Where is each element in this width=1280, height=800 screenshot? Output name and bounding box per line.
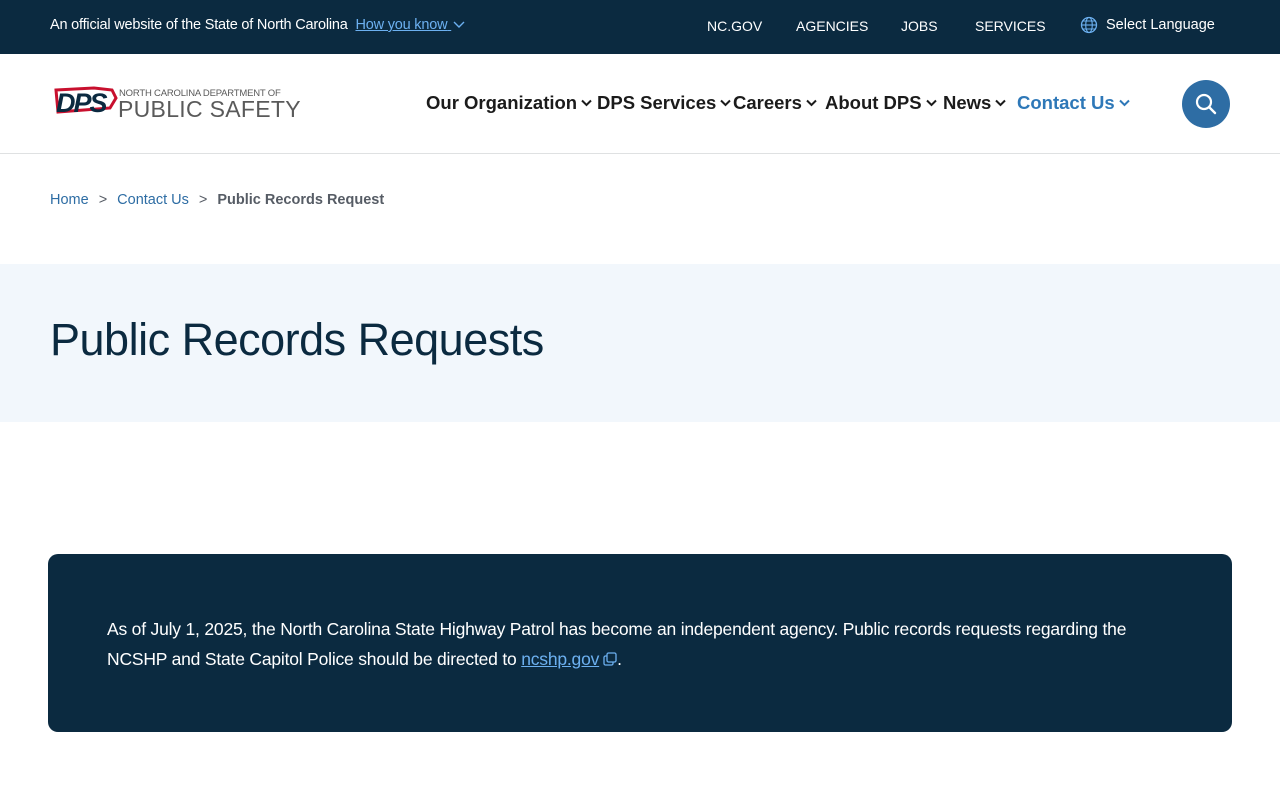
search-icon [1195,93,1217,115]
nav-careers[interactable]: Careers [733,92,817,114]
logo-abbreviation: DPS [56,88,108,118]
ncshp-notice-box: As of July 1, 2025, the North Carolina S… [48,554,1232,732]
nav-news[interactable]: News [943,92,1007,114]
breadcrumb-current-page: Public Records Request [217,192,385,208]
breadcrumb-separator: > [198,192,208,208]
nav-label: DPS Services [597,92,717,113]
chevron-down-icon [453,21,465,29]
official-banner: An official website of the State of Nort… [0,0,1280,54]
ncshp-notice-text: As of July 1, 2025, the North Carolina S… [107,614,1177,674]
official-site-notice: An official website of the State of Nort… [50,17,465,33]
nav-label: Our Organization [426,92,578,113]
nav-label: Contact Us [1017,92,1115,113]
breadcrumb: Home > Contact Us > Public Records Reque… [50,192,384,208]
nav-contact-us[interactable]: Contact Us [1017,92,1130,114]
services-link[interactable]: SERVICES [975,18,1046,34]
nav-dps-services[interactable]: DPS Services [597,92,732,114]
agencies-link[interactable]: AGENCIES [796,18,868,34]
chevron-down-icon [806,99,817,107]
chevron-down-icon [995,99,1007,107]
chevron-down-icon [581,99,592,107]
search-button[interactable] [1182,80,1230,128]
globe-icon [1080,16,1098,34]
external-link-icon [603,652,617,666]
logo-line-2: PUBLIC SAFETY [118,96,301,122]
ncshp-gov-link[interactable]: ncshp.gov [521,649,617,669]
nav-label: News [943,92,992,113]
chevron-down-icon [720,99,732,107]
breadcrumb-contact-us-link[interactable]: Contact Us [117,192,189,208]
nc-gov-link[interactable]: NC.GOV [707,18,762,34]
site-header: DPS NORTH CAROLINA DEPARTMENT OF PUBLIC … [0,54,1280,154]
jobs-link[interactable]: JOBS [901,18,938,34]
breadcrumb-home-link[interactable]: Home [50,192,89,208]
nav-label: About DPS [825,92,922,113]
nav-our-organization[interactable]: Our Organization [426,92,592,114]
how-you-know-label: How you know [355,17,448,33]
page-hero: Public Records Requests [0,264,1280,422]
nav-label: Careers [733,92,802,113]
nav-about-dps[interactable]: About DPS [825,92,937,114]
page-title: Public Records Requests [50,314,544,365]
notice-text-after: . [617,649,622,669]
select-language-button[interactable]: Select Language [1080,16,1215,34]
chevron-down-icon [1118,99,1130,107]
chevron-down-icon [925,99,937,107]
how-you-know-link[interactable]: How you know [355,17,465,33]
breadcrumb-separator: > [98,192,108,208]
dps-logo[interactable]: DPS NORTH CAROLINA DEPARTMENT OF PUBLIC … [54,84,301,124]
official-site-text: An official website of the State of Nort… [50,17,348,33]
select-language-label: Select Language [1106,17,1215,33]
ncshp-link-label: ncshp.gov [521,649,600,669]
